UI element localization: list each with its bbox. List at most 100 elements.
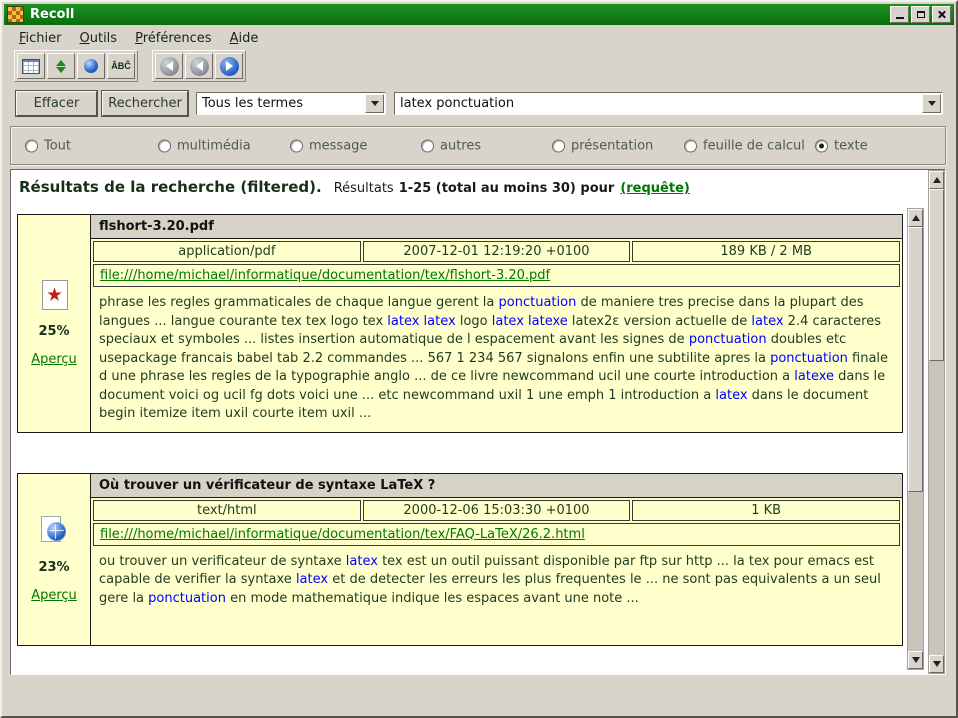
prev-page-button[interactable] (185, 53, 213, 79)
first-page-button[interactable] (155, 53, 183, 79)
result-list: 25% Aperçu flshort-3.20.pdf application/… (15, 208, 924, 670)
recoll-app-icon (7, 6, 24, 23)
result-size: 1 KB (632, 500, 900, 521)
category-filter-panel: Tout multimédia message autres présentat… (10, 126, 946, 165)
menu-aide[interactable]: Aide (221, 29, 268, 48)
close-button[interactable] (932, 6, 951, 23)
search-button[interactable]: Rechercher (102, 91, 188, 116)
arrow-down-icon (933, 661, 941, 667)
results-area: Résultats de la recherche (filtered). Ré… (10, 169, 946, 675)
filter-radio-presentation[interactable]: présentation (552, 138, 653, 153)
radio-icon (684, 139, 697, 152)
title-bar[interactable]: Recoll (4, 4, 954, 25)
filter-radio-message[interactable]: message (290, 138, 367, 153)
clear-button[interactable]: Effacer (16, 91, 97, 116)
minimize-icon (896, 17, 904, 19)
radio-icon (421, 139, 434, 152)
toolbar: ÂBĈ (4, 49, 954, 83)
search-query-input[interactable]: latex ponctuation (394, 92, 943, 115)
result-side-panel: 23% Aperçu (18, 474, 91, 645)
scrollbar-thumb[interactable] (908, 227, 923, 492)
search-query-value: latex ponctuation (400, 93, 922, 114)
menu-fichier[interactable]: Fichier (10, 29, 71, 48)
result-url-row: file:///home/michael/informatique/docume… (93, 264, 900, 287)
query-details-button[interactable] (77, 53, 105, 79)
recoll-window: Recoll Fichier Outils Préférences Aide Â… (0, 0, 958, 718)
filter-radio-tout[interactable]: Tout (25, 138, 71, 153)
search-mode-select[interactable]: Tous les termes (196, 92, 386, 115)
filter-radio-texte[interactable]: texte (815, 138, 868, 153)
result-list-scrollbar[interactable] (907, 208, 924, 670)
results-prefix: Résultats (334, 181, 394, 196)
result-url-row: file:///home/michael/informatique/docume… (93, 523, 900, 546)
radio-icon (552, 139, 565, 152)
scroll-up-button[interactable] (908, 209, 923, 227)
maximize-button[interactable] (911, 6, 930, 23)
arrow-up-icon (933, 177, 941, 183)
result-body: Où trouver un vérificateur de syntaxe La… (91, 474, 902, 645)
filter-radio-multimedia[interactable]: multimédia (158, 138, 251, 153)
result-date: 2007-12-01 12:19:20 +0100 (363, 241, 631, 262)
result-body: flshort-3.20.pdf application/pdf 2007-12… (91, 215, 902, 432)
next-page-button[interactable] (215, 53, 243, 79)
chevron-down-icon (928, 101, 936, 106)
filter-radio-autres[interactable]: autres (421, 138, 481, 153)
preview-link[interactable]: Aperçu (31, 352, 77, 367)
search-mode-value: Tous les termes (202, 93, 365, 114)
filter-label: Tout (44, 138, 71, 153)
radio-icon (25, 139, 38, 152)
scrollbar-track[interactable] (908, 227, 923, 651)
result-snippet: phrase les regles grammaticales de chaqu… (91, 289, 902, 432)
back-arrow-icon (190, 57, 209, 76)
globe-icon (39, 515, 69, 547)
filter-label: feuille de calcul (703, 138, 805, 153)
results-page-scrollbar[interactable] (928, 170, 945, 674)
result-row-1: 25% Aperçu flshort-3.20.pdf application/… (17, 214, 903, 433)
sort-by-dates-button[interactable] (47, 53, 75, 79)
menu-bar: Fichier Outils Préférences Aide (4, 27, 954, 49)
dropdown-button[interactable] (922, 94, 941, 113)
result-title: flshort-3.20.pdf (91, 215, 902, 239)
minimize-button[interactable] (890, 6, 909, 23)
relevance-percent: 23% (38, 560, 69, 575)
window-controls (890, 6, 951, 23)
menu-preferences[interactable]: Préférences (126, 29, 220, 48)
result-date: 2000-12-06 15:03:30 +0100 (363, 500, 631, 521)
scrollbar-thumb[interactable] (929, 189, 944, 361)
filter-radio-feuille-de-calcul[interactable]: feuille de calcul (684, 138, 805, 153)
toolbar-group-main: ÂBĈ (14, 50, 138, 82)
result-url-link[interactable]: file:///home/michael/informatique/docume… (100, 268, 550, 283)
filter-label: multimédia (177, 138, 251, 153)
clear-search-button[interactable] (17, 53, 45, 79)
filter-label: autres (440, 138, 481, 153)
radio-icon (815, 139, 828, 152)
scroll-down-button[interactable] (908, 651, 923, 669)
toolbar-group-nav (152, 50, 246, 82)
result-title: Où trouver un vérificateur de syntaxe La… (91, 474, 902, 498)
chevron-down-icon (371, 101, 379, 106)
back-arrow-icon (160, 57, 179, 76)
dropdown-button[interactable] (365, 94, 384, 113)
result-size: 189 KB / 2 MB (632, 241, 900, 262)
scroll-down-button[interactable] (929, 655, 944, 673)
results-range: 1-25 (total au moins 30) pour (399, 181, 615, 196)
relevance-percent: 25% (38, 324, 69, 339)
result-url-link[interactable]: file:///home/michael/informatique/docume… (100, 527, 585, 542)
term-explorer-button[interactable]: ÂBĈ (107, 53, 135, 79)
result-row-2: 23% Aperçu Où trouver un vérificateur de… (17, 473, 903, 646)
scroll-up-button[interactable] (929, 171, 944, 189)
arrow-up-icon (912, 215, 920, 221)
maximize-icon (917, 11, 925, 18)
result-meta-row: application/pdf 2007-12-01 12:19:20 +010… (91, 239, 902, 264)
filter-label: message (309, 138, 367, 153)
arrow-down-icon (912, 657, 920, 663)
result-meta-row: text/html 2000-12-06 15:03:30 +0100 1 KB (91, 498, 902, 523)
results-header: Résultats de la recherche (filtered). Ré… (19, 178, 921, 196)
query-link[interactable]: (requête) (620, 181, 690, 196)
result-snippet: ou trouver un verificateur de syntaxe la… (91, 548, 902, 645)
preview-link[interactable]: Aperçu (31, 588, 77, 603)
table-icon (22, 59, 40, 74)
scrollbar-track[interactable] (929, 189, 944, 655)
results-title: Résultats de la recherche (filtered). (19, 178, 322, 196)
menu-outils[interactable]: Outils (71, 29, 127, 48)
